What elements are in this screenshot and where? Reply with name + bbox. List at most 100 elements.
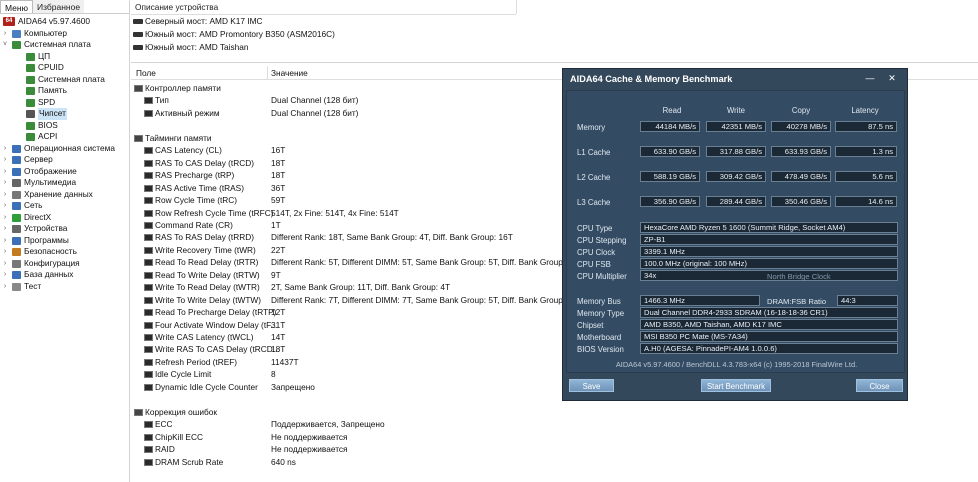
tree-item[interactable]: ЦП (0, 51, 130, 63)
list-item[interactable]: Read To Read Delay (tRTR) Different Rank:… (131, 256, 577, 268)
tree-item[interactable]: ACPI (0, 131, 130, 143)
tree-item[interactable]: › Компьютер (0, 28, 130, 40)
category-icon (12, 213, 21, 222)
memory-icon (144, 221, 153, 229)
device-row[interactable]: Северный мост: AMD K17 IMC (133, 15, 263, 27)
list-item[interactable]: ECC Поддерживается, Запрещено (131, 418, 571, 430)
close-icon[interactable]: ✕ (885, 71, 899, 85)
tree-item[interactable]: › DirectX (0, 212, 130, 224)
expand-chevron-icon[interactable]: › (1, 212, 9, 224)
list-item[interactable]: Command Rate (CR) 1T (131, 219, 571, 231)
column-divider[interactable] (516, 0, 517, 14)
close-button[interactable]: Close (856, 379, 903, 392)
list-item[interactable]: CAS Latency (CL) 16T (131, 144, 571, 156)
expand-chevron-icon[interactable]: › (1, 28, 9, 40)
list-item[interactable]: Write To Read Delay (tWTR) 2T, Same Bank … (131, 281, 571, 293)
field-name: CAS Latency (CL) (155, 145, 222, 156)
list-item[interactable]: Read To Precharge Delay (tRTP) 12T (131, 306, 571, 318)
tree-item-label: Хранение данных (24, 188, 93, 199)
chipset-label: Chipset (577, 321, 604, 330)
list-item[interactable]: ChipKill ECC Не поддерживается (131, 431, 571, 443)
list-item[interactable]: Idle Cycle Limit 8 (131, 368, 571, 380)
tab-favorites[interactable]: Избранное (32, 0, 85, 13)
tree-item[interactable]: Системная плата (0, 74, 130, 86)
column-header-value[interactable]: Значение (271, 67, 308, 79)
tree-item[interactable]: › Хранение данных (0, 189, 130, 201)
list-item[interactable]: Dynamic Idle Cycle Counter Запрещено (131, 381, 571, 393)
list-item[interactable]: Row Refresh Cycle Time (tRFC) 514T, 2x Fi… (131, 207, 571, 219)
perf-row-label: L1 Cache (577, 148, 611, 157)
category-icon (12, 156, 21, 164)
list-item[interactable]: RAS To CAS Delay (tRCD) 18T (131, 157, 571, 169)
tree-item[interactable]: CPUID (0, 62, 130, 74)
tree-root-app[interactable]: 64 AIDA64 v5.97.4600 (0, 16, 130, 28)
list-item[interactable]: Write CAS Latency (tWCL) 14T (131, 331, 571, 343)
memory-icon (144, 433, 153, 441)
tree-item[interactable]: BIOS (0, 120, 130, 132)
memory-icon (144, 209, 153, 217)
tree-item[interactable]: › Сеть (0, 200, 130, 212)
tree-item[interactable]: › Мультимедиа (0, 177, 130, 189)
expand-chevron-icon[interactable]: › (1, 281, 9, 293)
expand-chevron-icon[interactable]: › (1, 246, 9, 258)
list-item[interactable]: Row Cycle Time (tRC) 59T (131, 194, 571, 206)
list-item[interactable]: Write Recovery Time (tWR) 22T (131, 244, 571, 256)
list-group-header[interactable]: Тайминги памяти (131, 132, 571, 144)
tree-item[interactable]: Чипсет (0, 108, 130, 120)
tree-item[interactable]: › База данных (0, 269, 130, 281)
expand-chevron-icon[interactable]: › (1, 143, 9, 155)
tree-item[interactable]: › Тест (0, 281, 130, 293)
device-description-pane: Описание устройства Северный мост: AMD K… (131, 0, 978, 63)
list-item[interactable]: RAS Active Time (tRAS) 36T (131, 182, 571, 194)
list-group-header[interactable]: Коррекция ошибок (131, 406, 571, 418)
memory-icon (144, 446, 153, 454)
cpu-stepping-value: ZP-B1 (640, 234, 898, 245)
device-description-header[interactable]: Описание устройства (135, 2, 218, 13)
perf-value: 356.90 GB/s (640, 196, 700, 207)
list-item[interactable]: RAS Precharge (tRP) 18T (131, 169, 571, 181)
tree-item[interactable]: SPD (0, 97, 130, 109)
column-header-field[interactable]: Поле (136, 67, 156, 79)
expand-chevron-icon[interactable]: ˅ (1, 39, 9, 51)
expand-chevron-icon[interactable]: › (1, 269, 9, 281)
tree-item[interactable]: › Сервер (0, 154, 130, 166)
expand-chevron-icon[interactable]: › (1, 258, 9, 270)
list-item[interactable]: RAID Не поддерживается (131, 443, 571, 455)
field-value: Не поддерживается (271, 444, 348, 455)
list-item[interactable]: RAS To RAS Delay (tRRD) Different Rank: 1… (131, 231, 571, 243)
perf-value: 87.5 ns (835, 121, 897, 132)
tree-item[interactable]: ˅ Системная плата (0, 39, 130, 51)
minimize-button[interactable]: — (863, 71, 877, 85)
tree-item[interactable]: › Программы (0, 235, 130, 247)
list-group-header[interactable]: Контроллер памяти (131, 82, 571, 94)
column-divider[interactable] (267, 66, 268, 79)
list-item[interactable]: DRAM Scrub Rate 640 ns (131, 456, 571, 468)
list-item[interactable]: Активный режим Dual Channel (128 бит) (131, 107, 571, 119)
navigation-tree: 64 AIDA64 v5.97.4600 › Компьютер ˅ Системна… (0, 16, 130, 292)
tree-item[interactable]: Память (0, 85, 130, 97)
expand-chevron-icon[interactable]: › (1, 154, 9, 166)
device-row[interactable]: Южный мост: AMD Taishan (133, 41, 248, 53)
tree-item[interactable]: › Устройства (0, 223, 130, 235)
expand-chevron-icon[interactable]: › (1, 177, 9, 189)
expand-chevron-icon[interactable]: › (1, 200, 9, 212)
tree-item[interactable]: › Безопасность (0, 246, 130, 258)
expand-chevron-icon[interactable]: › (1, 166, 9, 178)
expand-chevron-icon[interactable]: › (1, 223, 9, 235)
list-item[interactable]: Тип Dual Channel (128 бит) (131, 94, 571, 106)
list-item[interactable]: Refresh Period (tREF) 11437T (131, 356, 571, 368)
tree-item[interactable]: › Операционная система (0, 143, 130, 155)
list-item[interactable]: Write RAS To CAS Delay (tRCD... 18T (131, 343, 571, 355)
cpu-clock-label: CPU Clock (577, 248, 616, 257)
list-item[interactable]: Read To Write Delay (tRTW) 9T (131, 269, 571, 281)
device-row[interactable]: Южный мост: AMD Promontory B350 (ASM2016… (133, 28, 335, 40)
expand-chevron-icon[interactable]: › (1, 189, 9, 201)
list-item[interactable]: Write To Write Delay (tWTW) Different Ran… (131, 294, 577, 306)
tab-menu[interactable]: Меню (0, 0, 33, 13)
tree-item[interactable]: › Конфигурация (0, 258, 130, 270)
tree-item[interactable]: › Отображение (0, 166, 130, 178)
expand-chevron-icon[interactable]: › (1, 235, 9, 247)
list-item[interactable]: Four Activate Window Delay (tF... 31T (131, 319, 571, 331)
save-button[interactable]: Save (569, 379, 614, 392)
start-benchmark-button[interactable]: Start Benchmark (701, 379, 771, 392)
